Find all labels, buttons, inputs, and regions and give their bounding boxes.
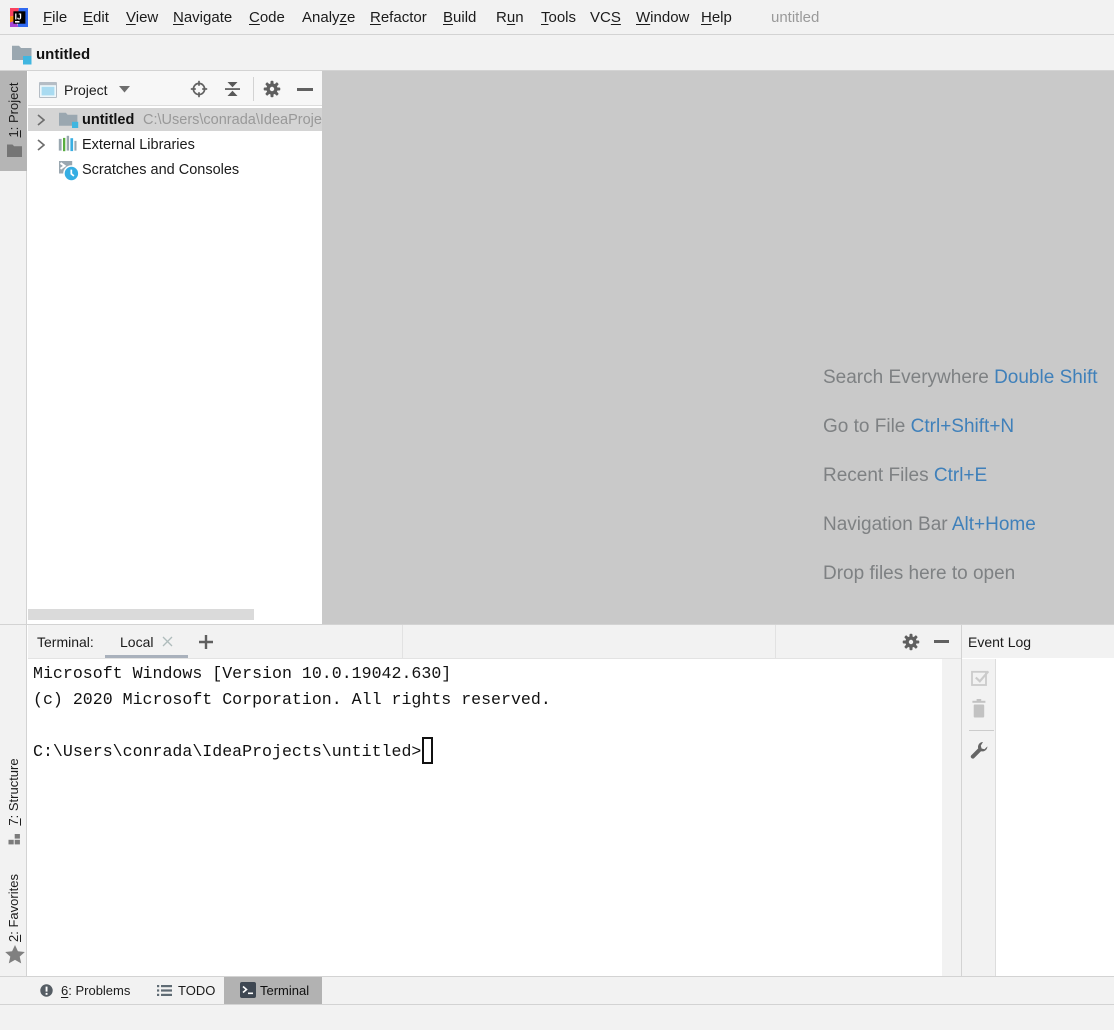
svg-text:IJ: IJ [15,11,22,21]
